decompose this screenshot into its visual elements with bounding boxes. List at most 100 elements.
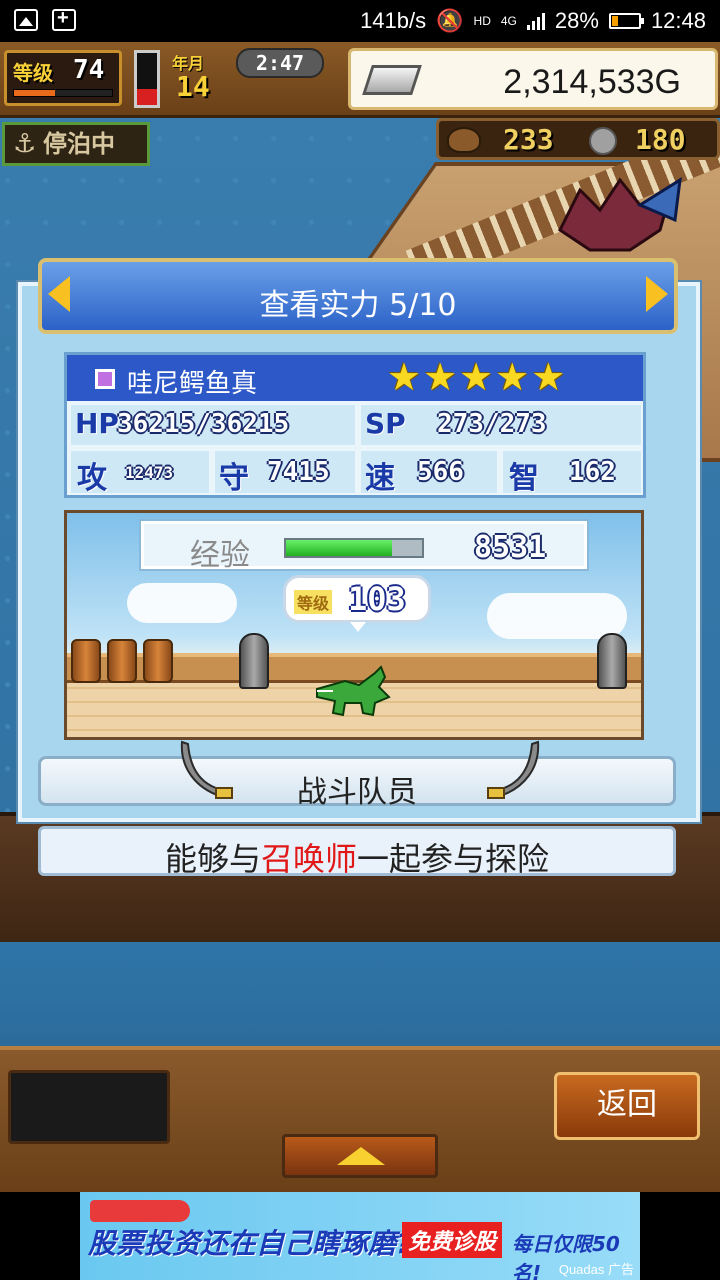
ad-content[interactable]: 股票投资还在自己瞎琢磨? 免费诊股 每日仅限50名! Quadas 广告 [80, 1192, 640, 1280]
star-icon: ★ [531, 355, 566, 399]
anchor-icon: ⚓ [13, 129, 37, 159]
description-text: 能够与召唤师一起参与探险 [41, 834, 673, 880]
red-gauge-fill [137, 89, 157, 105]
description-bar: 能够与召唤师一起参与探险 [38, 826, 676, 878]
mute-icon: 🔕 [436, 8, 464, 33]
player-level-label: 等级 [13, 61, 53, 85]
star-rating: ★ ★ ★ ★ ★ [387, 357, 565, 397]
barrel-icon [447, 127, 481, 153]
gallery-icon [14, 9, 38, 31]
sp-label: SP [365, 407, 406, 440]
experience-bar-fill [286, 540, 393, 556]
dialog-title: 查看实力 5/10 [259, 288, 457, 323]
dragon-sprite [558, 177, 682, 252]
cloud [127, 583, 237, 623]
star-icon: ★ [459, 355, 494, 399]
battery-percent: 28% [554, 8, 599, 33]
gold-panel: 2,314,533G [348, 48, 718, 110]
attack-label: 攻 [77, 461, 107, 496]
unit-name-row: 哇尼鳄鱼真 ★ ★ ★ ★ ★ [67, 355, 643, 401]
unit-preview: 经验 8531 等级 103 [64, 510, 644, 740]
bottom-hud: 返回 [0, 1046, 720, 1192]
defense-value: 7415 [267, 457, 330, 487]
experience-label: 经验 [190, 538, 250, 573]
experience-box: 经验 8531 [141, 521, 587, 573]
red-gauge [134, 50, 160, 108]
player-level-value: 74 [73, 55, 105, 85]
clock-time: 12:48 [650, 8, 706, 33]
network-type: 4G [500, 14, 517, 28]
stats-panel: 哇尼鳄鱼真 ★ ★ ★ ★ ★ HP 36215/36215 SP 273/273 攻 … [64, 352, 646, 498]
defense-cell: 守 7415 [213, 449, 357, 496]
description-suffix: 一起参与探险 [357, 840, 550, 878]
silver-bar-icon [362, 65, 422, 95]
star-icon: ★ [387, 355, 422, 399]
empty-slot [8, 1070, 170, 1144]
rocket-icon [90, 1200, 190, 1222]
sword-icon [180, 740, 233, 799]
hd-label: HD [473, 14, 491, 28]
sp-value: 273/273 [437, 409, 547, 439]
sp-cell: SP 273/273 [359, 403, 643, 447]
unit-level-label: 等级 [294, 590, 333, 614]
status-bar: 141b/s 🔕 HD 4G 28% 12:48 [0, 0, 720, 42]
speed-value: 566 [417, 457, 464, 487]
player-level-bar [13, 89, 113, 97]
rarity-gem-icon [95, 369, 115, 389]
moored-label: 停泊中 [43, 130, 115, 158]
signal-icon [526, 12, 545, 30]
player-level-box: 等级 74 [4, 50, 122, 106]
cannon [239, 633, 269, 689]
resource-bar: 233 180 [436, 118, 720, 160]
network-speed: 141b/s [360, 8, 427, 33]
date-value: 14 [176, 70, 210, 103]
game-clock: 2:47 [236, 48, 324, 78]
coin-icon [589, 127, 617, 155]
hp-label: HP [75, 407, 119, 440]
role-bar: 战斗队员 [38, 756, 676, 810]
resource2-value: 180 [635, 123, 686, 156]
ad-banner[interactable]: 股票投资还在自己瞎琢磨? 免费诊股 每日仅限50名! Quadas 广告 [0, 1192, 720, 1280]
top-hud: 等级 74 年月 14 2:47 2,314,533G [0, 42, 720, 118]
resource1-value: 233 [503, 123, 554, 156]
barrel [107, 639, 137, 683]
description-prefix: 能够与 [164, 840, 261, 878]
intelligence-value: 162 [569, 457, 616, 487]
ad-headline: 股票投资还在自己瞎琢磨? [88, 1227, 413, 1260]
intelligence-cell: 智 162 [501, 449, 643, 496]
attack-value: 12473 [125, 463, 174, 482]
ad-badge: 免费诊股 [402, 1222, 503, 1258]
barrel [71, 639, 101, 683]
intelligence-label: 智 [509, 461, 539, 496]
ad-tag: Quadas 广告 [558, 1262, 634, 1277]
next-arrow-icon[interactable] [646, 276, 668, 312]
sea [0, 942, 720, 1052]
defense-label: 守 [219, 461, 249, 496]
expand-menu-button[interactable] [282, 1134, 438, 1178]
crocodile-sprite [316, 665, 391, 717]
battery-level [611, 16, 618, 26]
attack-cell: 攻 12473 [69, 449, 211, 496]
gold-amount: 2,314,533G [503, 63, 681, 101]
unit-level-value: 103 [348, 580, 406, 618]
star-icon: ★ [495, 355, 530, 399]
unit-name: 哇尼鳄鱼真 [127, 369, 258, 399]
sword-icon [487, 740, 540, 799]
star-icon: ★ [423, 355, 458, 399]
back-button[interactable]: 返回 [554, 1072, 700, 1140]
cloud [487, 593, 627, 639]
up-arrow-icon [337, 1147, 385, 1165]
unit-level-bubble: 等级 103 [283, 575, 431, 632]
barrel [143, 639, 173, 683]
dialog-title-bar: 查看实力 5/10 [38, 258, 678, 334]
hp-value: 36215/36215 [117, 409, 290, 439]
speed-cell: 速 566 [359, 449, 499, 496]
description-highlight: 召唤师 [260, 840, 357, 878]
moored-status[interactable]: ⚓ 停泊中 [2, 122, 150, 166]
battery-icon [608, 13, 644, 29]
role-label: 战斗队员 [297, 775, 417, 810]
hp-cell: HP 36215/36215 [69, 403, 357, 447]
experience-bar [284, 538, 424, 558]
add-icon [52, 7, 76, 31]
speed-label: 速 [365, 461, 395, 496]
